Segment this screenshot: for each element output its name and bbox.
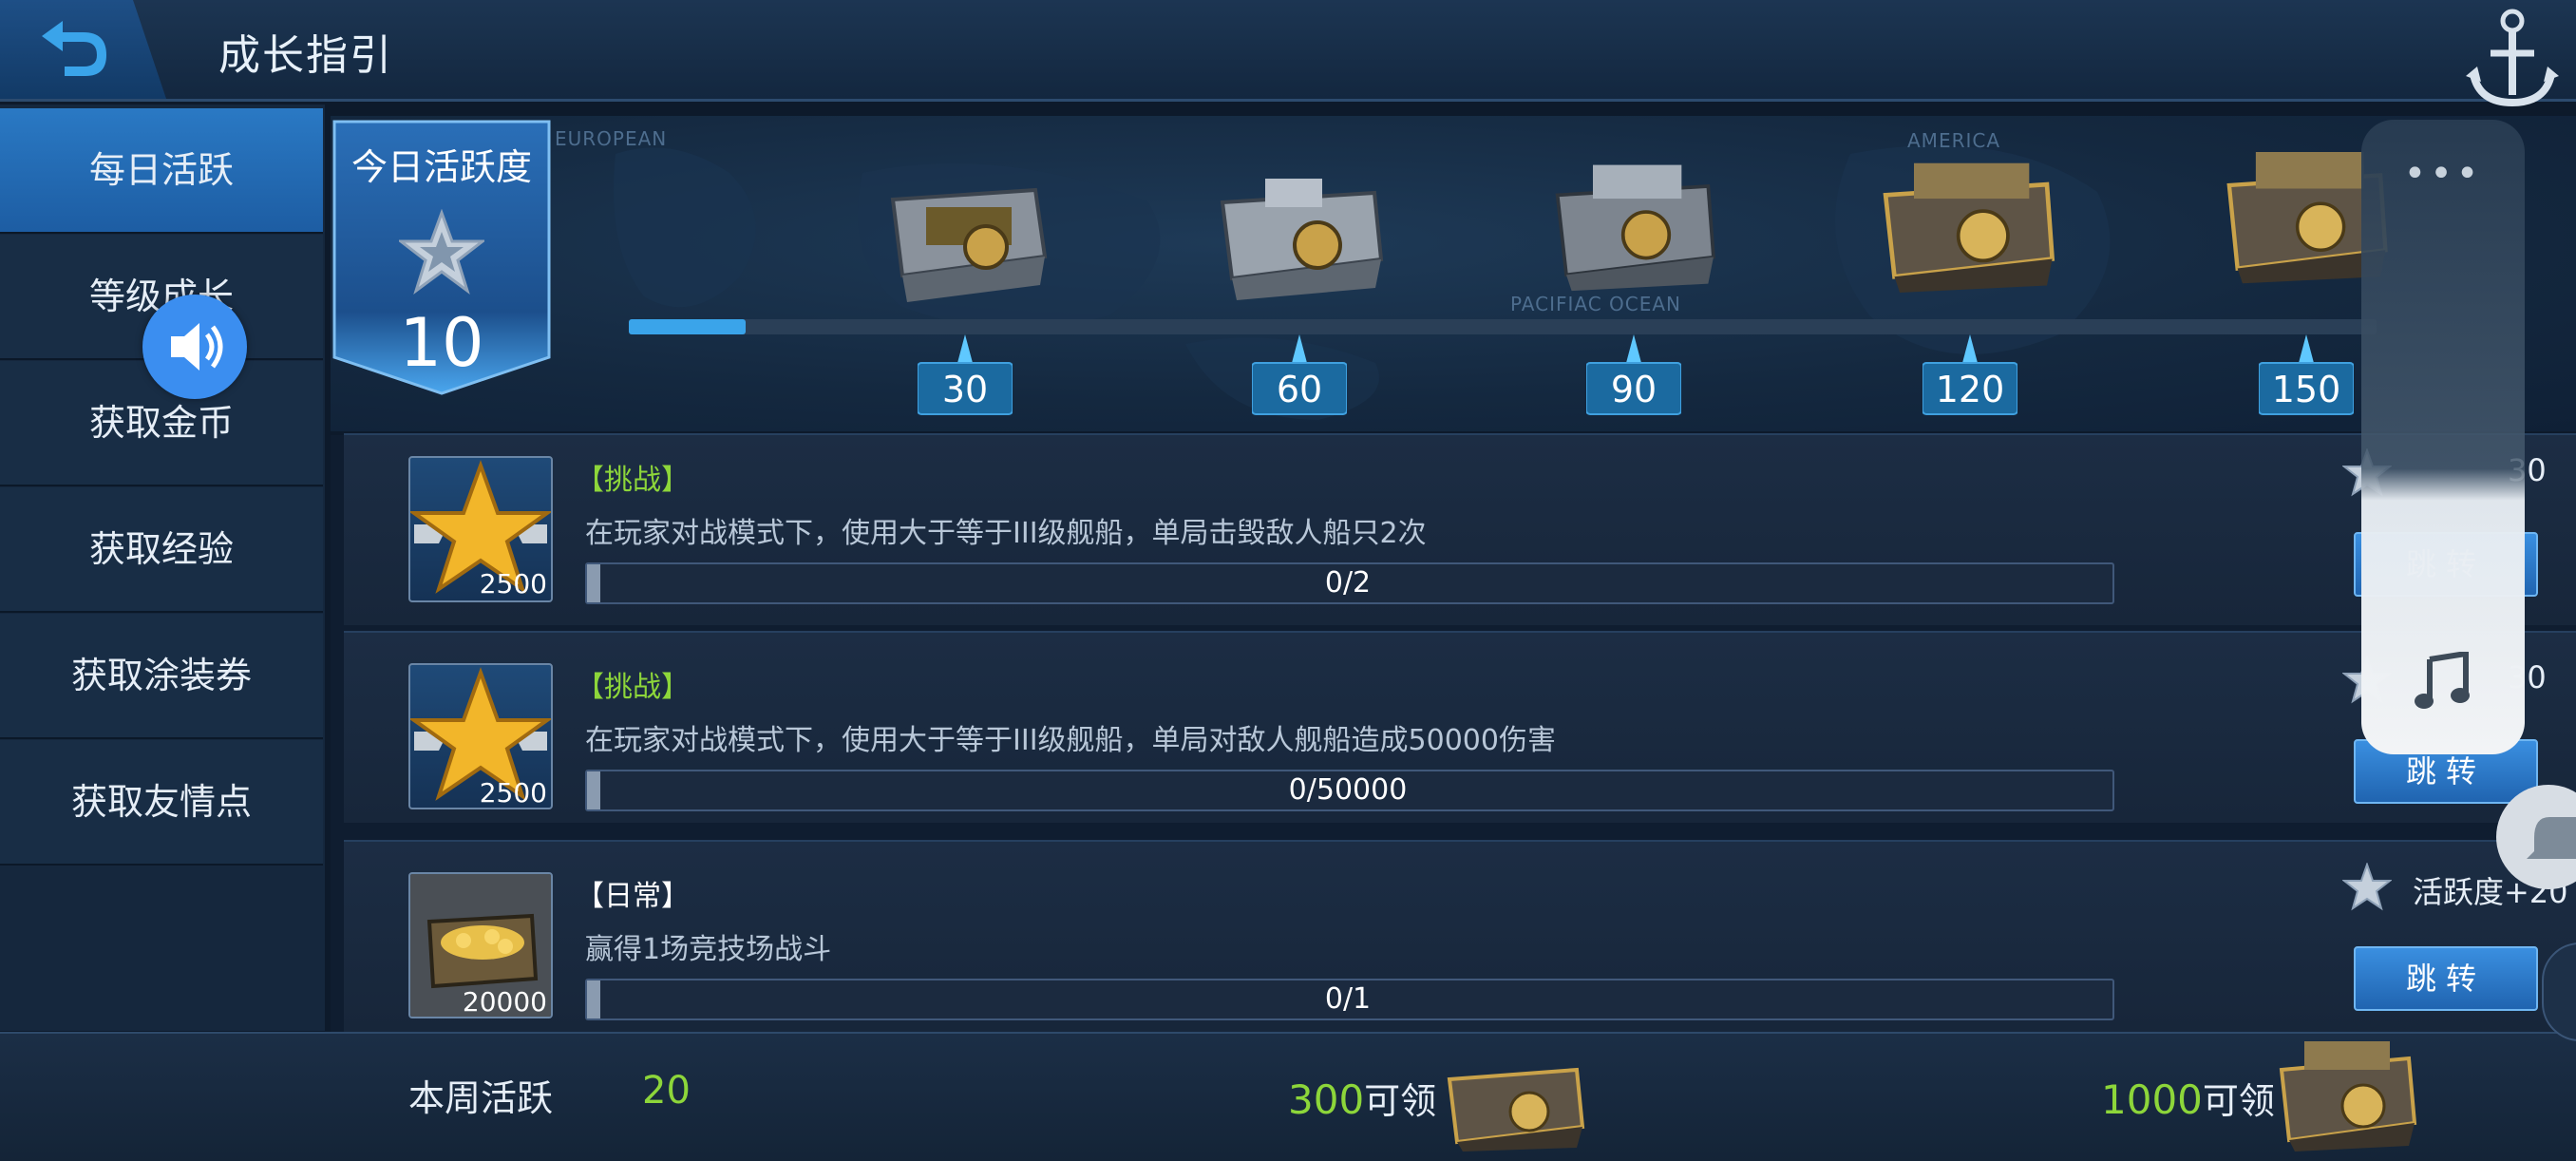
task-tag: 【日常】 [576, 880, 690, 913]
sidebar-item-label: 每日活跃 [88, 149, 234, 191]
task-reward-amount: 20000 [462, 986, 547, 1018]
task-progress-text: 0/50000 [1288, 773, 1408, 807]
task-reward-amount: 2500 [479, 568, 547, 600]
map-label-america: AMERICA [1907, 129, 2001, 152]
reward-chest-120[interactable] [1877, 160, 2057, 293]
task-progress-text: 0/2 [1324, 566, 1372, 600]
task-progress-text: 0/1 [1324, 982, 1372, 1016]
task-tag: 【挑战】 [576, 671, 690, 704]
reward-chest-60[interactable] [1208, 169, 1389, 302]
sidebar-item-get-friendship[interactable]: 获取友情点 [0, 740, 323, 866]
bell-icon [2527, 817, 2576, 859]
weekly-activity-value: 20 [642, 1069, 691, 1113]
task-description: 在玩家对战模式下，使用大于等于III级舰船，单局对敌人舰船造成50000伤害 [585, 724, 1556, 757]
map-label-ocean: PACIFIAC OCEAN [1510, 293, 1682, 315]
sidebar-item-daily-activity[interactable]: 每日活跃 [0, 108, 323, 234]
speaker-button[interactable] [142, 295, 247, 399]
task-tag: 【挑战】 [576, 464, 690, 497]
reward-chest-30[interactable] [874, 171, 1054, 304]
task-description: 在玩家对战模式下，使用大于等于III级舰船，单局击毁敌人船只2次 [585, 517, 1427, 550]
sidebar-item-label: 获取经验 [88, 528, 234, 570]
activity-progress-fill [629, 319, 746, 334]
sidebar-item-label: 获取金币 [88, 402, 234, 444]
activity-progress-track [629, 319, 2377, 334]
map-label-europe: EUROPEAN [555, 127, 668, 150]
weekly-claim-text: 可领 [1364, 1080, 1437, 1122]
sidebar-item-label: 获取友情点 [70, 781, 252, 823]
sidebar-item-get-exp[interactable]: 获取经验 [0, 487, 323, 613]
reward-chest-90[interactable] [1543, 160, 1723, 293]
goto-button[interactable]: 跳转 [2354, 946, 2538, 1011]
more-options-dots[interactable]: ••• [2361, 152, 2525, 196]
sidebar-item-label: 获取涂装券 [70, 655, 252, 696]
milestone-label-60: 60 [1276, 369, 1323, 410]
weekly-claim-threshold: 1000 [2101, 1076, 2203, 1123]
milestone-label-90: 90 [1610, 369, 1657, 410]
milestone-label-120: 120 [1935, 369, 2005, 410]
milestone-label-150: 150 [2271, 369, 2341, 410]
page-title: 成长指引 [218, 31, 393, 80]
speaker-icon [171, 323, 223, 371]
weekly-activity-label: 本周活跃 [408, 1077, 554, 1119]
sidebar-item-get-paint-coupon[interactable]: 获取涂装券 [0, 614, 323, 739]
music-note-icon[interactable] [2413, 652, 2473, 713]
anchor-icon [2466, 9, 2559, 107]
weekly-claim-1000: 1000可领 [2101, 1072, 2275, 1124]
weekly-claim-threshold: 300 [1288, 1076, 1365, 1123]
task-description: 赢得1场竞技场战斗 [585, 933, 832, 966]
weekly-chest-300[interactable] [1444, 1051, 1586, 1151]
weekly-claim-300: 300可领 [1288, 1072, 1436, 1124]
weekly-claim-text: 可领 [2202, 1080, 2275, 1122]
today-activity-value: 10 [399, 304, 484, 382]
task-reward-amount: 2500 [479, 777, 547, 809]
weekly-chest-1000[interactable] [2276, 1041, 2418, 1151]
notification-bell-button[interactable] [2496, 785, 2576, 889]
activity-star-icon [399, 209, 484, 295]
today-activity-label: 今日活跃度 [350, 146, 532, 188]
milestone-label-30: 30 [941, 369, 989, 410]
activity-points-icon [2342, 863, 2392, 911]
back-arrow-icon[interactable] [36, 13, 112, 80]
